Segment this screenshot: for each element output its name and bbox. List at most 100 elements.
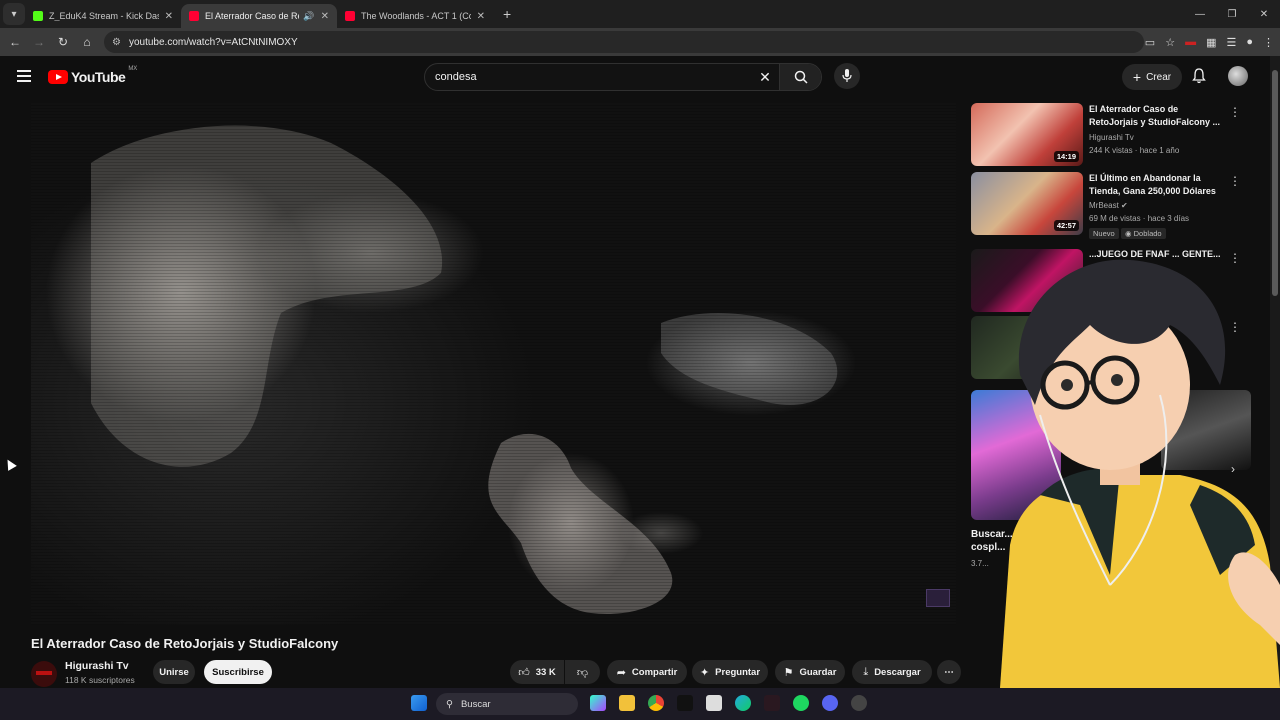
recommended-channel[interactable]: MrBeast ✔ (1089, 201, 1128, 210)
tab-search-icon[interactable]: ▾ (3, 3, 25, 25)
back-icon[interactable]: ← (3, 35, 27, 49)
close-window-icon[interactable]: ✕ (1248, 0, 1280, 28)
account-avatar[interactable] (1228, 66, 1248, 86)
save-button[interactable]: ⚑ Guardar (775, 660, 845, 684)
minimize-icon[interactable]: — (1184, 0, 1216, 28)
discord-icon[interactable] (822, 695, 838, 711)
taskbar-search[interactable]: ⚲ Buscar (436, 693, 578, 715)
menu-icon[interactable] (17, 70, 31, 85)
tab-youtube-current[interactable]: El Aterrador Caso de RetoJorjais y Studi… (181, 4, 337, 28)
short-thumbnail[interactable] (1161, 390, 1251, 470)
short-thumbnail[interactable] (971, 390, 1061, 520)
install-icon[interactable]: ▭ (1145, 36, 1155, 49)
recommended-video[interactable]: 14:19 El Aterrador Caso de RetoJorjais y… (971, 103, 1246, 169)
windows-start-icon[interactable] (411, 695, 427, 711)
youtube-favicon-icon (345, 11, 355, 21)
recommended-title[interactable]: ...JUEGO DE FNAF ... GENTE... ... (1089, 248, 1221, 274)
notifications-button[interactable] (1192, 68, 1206, 89)
video-thumbnail[interactable]: 42:57 (971, 172, 1083, 235)
windows-taskbar: ⚲ Buscar (0, 688, 1280, 720)
url-field[interactable]: ⚙ youtube.com/watch?v=AtCNtNIMOXY (104, 31, 1144, 53)
capcut-icon[interactable] (706, 695, 722, 711)
video-player[interactable] (31, 103, 956, 625)
recommended-video[interactable]: ...S ⋮ (971, 316, 1246, 379)
recommended-video[interactable]: 42:57 El Último en Abandonar la Tienda, … (971, 172, 1246, 242)
bookmark-icon: ⚑ (783, 666, 794, 679)
recommended-title[interactable]: Buscar... (971, 528, 1031, 541)
recommended-title[interactable]: El Último en Abandonar la Tienda, Gana 2… (1089, 172, 1221, 198)
search-icon: ⚲ (446, 698, 453, 710)
recommended-meta: 69 M de vistas · hace 3 días (1089, 214, 1190, 223)
close-tab-icon[interactable]: ✕ (477, 11, 485, 22)
search-button[interactable] (779, 64, 821, 90)
subscribe-button[interactable]: Suscribirse (204, 660, 272, 684)
more-vert-icon[interactable]: ⋮ (1229, 251, 1241, 265)
forward-icon[interactable]: → (27, 35, 51, 49)
voice-search-button[interactable] (834, 63, 860, 89)
dislike-button[interactable]: 👎︎ (565, 660, 600, 684)
tab-kick[interactable]: Z_EduK4 Stream - Kick Dashboard ✕ (25, 4, 181, 28)
home-icon[interactable]: ⌂ (75, 35, 99, 49)
channel-avatar[interactable] (31, 661, 57, 687)
extension-icon[interactable]: ▬ (1185, 36, 1196, 48)
recommended-short[interactable]: Buscar... cospl... 3.7... › (971, 390, 1251, 570)
search-box[interactable]: condesa ✕ (424, 63, 822, 91)
video-thumbnail[interactable]: 14:19 (971, 103, 1083, 166)
more-vert-icon[interactable]: ⋮ (1229, 105, 1241, 119)
channel-watermark[interactable] (926, 589, 950, 607)
chrome-icon[interactable] (648, 695, 664, 711)
thumbs-up-icon: 👍︎ (518, 666, 530, 679)
share-label: Compartir (631, 666, 678, 678)
video-thumbnail[interactable] (971, 316, 1083, 379)
page-scrollbar[interactable] (1270, 56, 1280, 688)
tab-woodlands[interactable]: The Woodlands - ACT 1 (Complete) ✕ (337, 4, 493, 28)
bookmark-star-icon[interactable]: ☆ (1165, 36, 1175, 49)
download-button[interactable]: ⤓ Descargar (852, 660, 932, 684)
obs-icon[interactable] (851, 695, 867, 711)
chevron-right-icon[interactable]: › (1231, 462, 1235, 476)
browser-tab-bar: ▾ Z_EduK4 Stream - Kick Dashboard ✕ El A… (0, 0, 1280, 28)
maximize-icon[interactable]: ❐ (1216, 0, 1248, 28)
ask-button[interactable]: ✦ Preguntar (692, 660, 768, 684)
share-button[interactable]: ➦ Compartir (607, 660, 687, 684)
spotify-icon[interactable] (793, 695, 809, 711)
scrollbar-thumb[interactable] (1272, 70, 1278, 296)
reload-icon[interactable]: ↻ (51, 35, 75, 49)
url-text: youtube.com/watch?v=AtCNtNIMOXY (128, 36, 298, 48)
more-vert-icon[interactable]: ⋮ (1229, 174, 1241, 188)
site-info-icon[interactable]: ⚙ (112, 37, 121, 48)
tab-title: The Woodlands - ACT 1 (Complete) (361, 11, 471, 21)
new-badge: Nuevo (1089, 228, 1119, 239)
edge-icon[interactable] (735, 695, 751, 711)
youtube-logo[interactable]: YouTube MX (48, 66, 138, 85)
recommended-channel[interactable]: Higurashi Tv (1089, 133, 1134, 142)
close-tab-icon[interactable]: ✕ (165, 11, 173, 22)
more-actions-button[interactable]: ⋯ (937, 660, 961, 684)
recommended-title[interactable]: El Aterrador Caso de RetoJorjais y Studi… (1089, 103, 1221, 129)
close-tab-icon[interactable]: ✕ (321, 11, 329, 22)
join-button[interactable]: Unirse (153, 660, 195, 684)
search-input[interactable]: condesa (425, 71, 751, 83)
country-code: MX (128, 66, 138, 72)
extensions-puzzle-icon[interactable]: ▦ (1206, 36, 1216, 49)
copilot-icon[interactable] (590, 695, 606, 711)
like-button[interactable]: 👍︎ 33 K (510, 660, 564, 684)
browser-menu-icon[interactable]: ⋮ (1263, 36, 1274, 49)
video-thumbnail[interactable] (971, 249, 1083, 312)
file-explorer-icon[interactable] (619, 695, 635, 711)
recommended-title[interactable]: ...S (1171, 316, 1231, 329)
channel-name[interactable]: Higurashi Tv (65, 660, 129, 672)
taskbar-search-placeholder: Buscar (460, 698, 491, 710)
create-button[interactable]: + Crear (1122, 64, 1182, 90)
recommended-video[interactable]: ...JUEGO DE FNAF ... GENTE... ... ⋮ (971, 248, 1246, 312)
clear-search-icon[interactable]: ✕ (751, 69, 779, 86)
new-tab-icon[interactable]: + (503, 6, 511, 22)
profile-icon[interactable]: ● (1246, 36, 1253, 48)
speaker-icon[interactable]: 🔊 (303, 11, 314, 22)
more-vert-icon[interactable]: ⋮ (1229, 320, 1241, 334)
tiktok-icon[interactable] (677, 695, 693, 711)
reading-list-icon[interactable]: ☰ (1226, 36, 1236, 49)
sparkle-icon: ✦ (699, 666, 710, 679)
app-icon[interactable] (764, 695, 780, 711)
thumbs-down-icon: 👎︎ (576, 666, 589, 679)
